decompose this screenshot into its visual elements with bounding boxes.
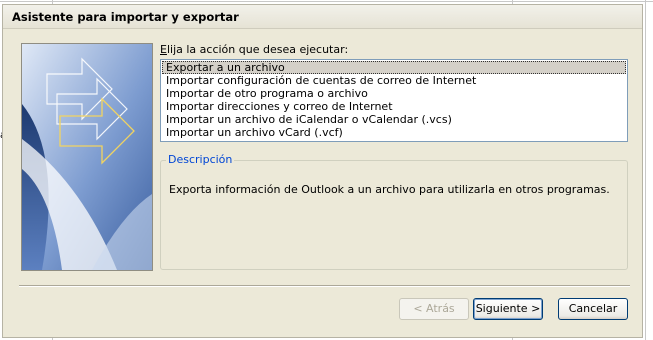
action-option-import-vcard[interactable]: Importar un archivo vCard (.vcf) bbox=[162, 126, 626, 139]
button-separator bbox=[19, 285, 630, 287]
background-grid-line bbox=[0, 1, 653, 2]
background-grid-line bbox=[645, 0, 646, 340]
action-option-import-icalendar[interactable]: Importar un archivo de iCalendar o vCale… bbox=[162, 113, 626, 126]
description-legend: Descripción bbox=[166, 153, 235, 166]
cancel-button[interactable]: Cancelar bbox=[558, 298, 628, 320]
action-option-import-internet-mail[interactable]: Importar direcciones y correo de Interne… bbox=[162, 100, 626, 113]
prompt-text: lija la acción que desea ejecutar: bbox=[166, 43, 349, 56]
back-button[interactable]: < Atrás bbox=[399, 298, 469, 320]
title-bar[interactable]: Asistente para importar y exportar bbox=[3, 5, 642, 29]
action-option-export-to-file[interactable]: Exportar a un archivo bbox=[162, 61, 626, 74]
action-listbox[interactable]: Exportar a un archivo Importar configura… bbox=[160, 59, 628, 142]
action-prompt-label: Elija la acción que desea ejecutar: bbox=[160, 43, 348, 56]
next-button[interactable]: Siguiente > bbox=[473, 298, 543, 320]
action-option-import-other-program[interactable]: Importar de otro programa o archivo bbox=[162, 87, 626, 100]
action-option-import-account-settings[interactable]: Importar configuración de cuentas de cor… bbox=[162, 74, 626, 87]
wizard-arrows-graphic bbox=[22, 44, 152, 270]
window-title: Asistente para importar y exportar bbox=[12, 10, 239, 24]
import-export-wizard-dialog: Asistente para importar y exportar Elija… bbox=[2, 4, 643, 338]
description-groupbox: Descripción Exporta información de Outlo… bbox=[160, 153, 628, 270]
wizard-banner-image bbox=[21, 43, 153, 271]
description-text: Exporta información de Outlook a un arch… bbox=[169, 183, 610, 196]
prompt-accelerator: E bbox=[160, 43, 167, 56]
